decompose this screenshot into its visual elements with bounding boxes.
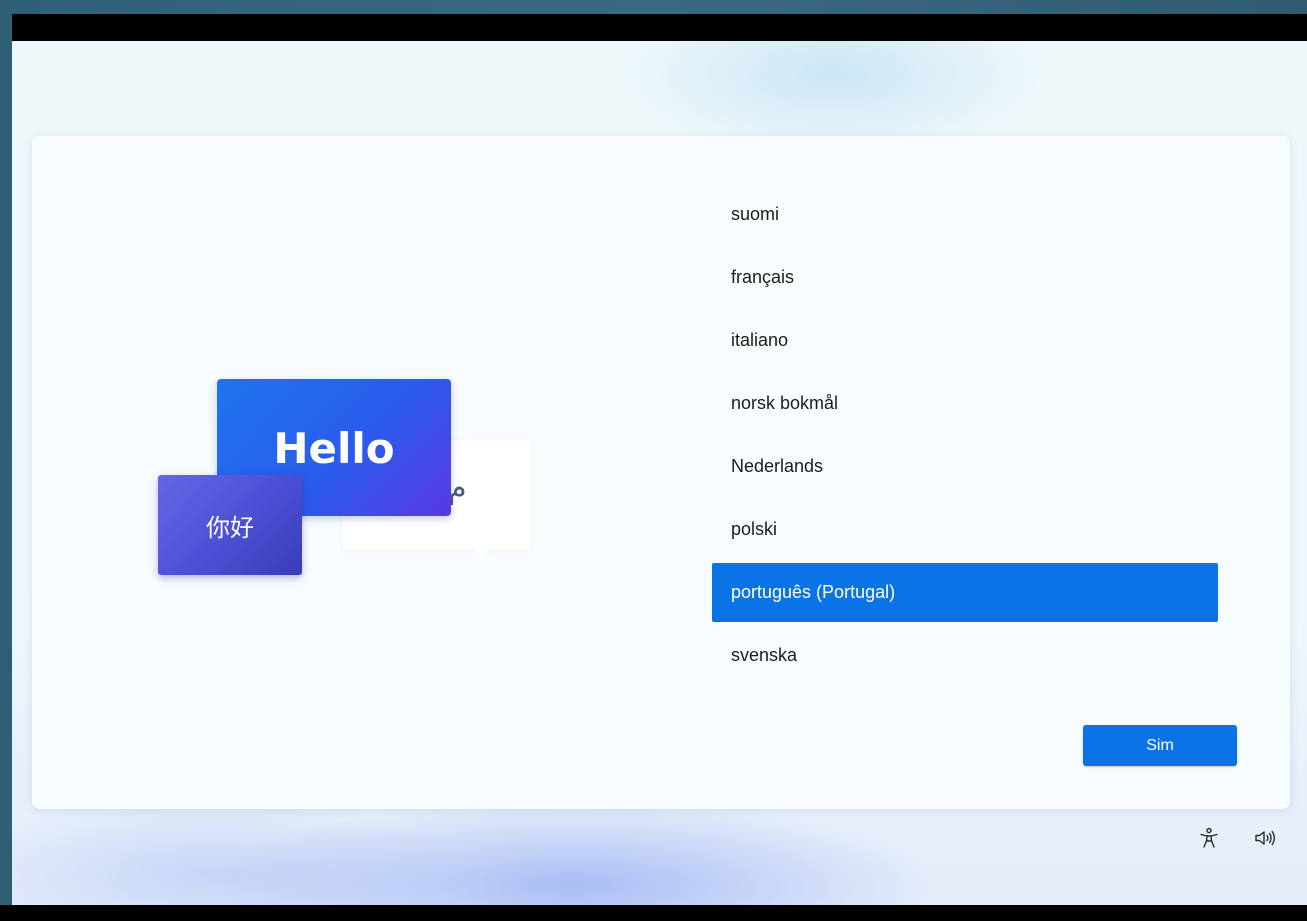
bottom-bar <box>0 905 1307 921</box>
language-item-francais[interactable]: français <box>712 248 1218 307</box>
nihao-speech-bubble: 你好 <box>158 475 302 575</box>
top-bar <box>12 14 1307 41</box>
language-item-italiano[interactable]: italiano <box>712 311 1218 370</box>
language-item-nederlands[interactable]: Nederlands <box>712 437 1218 496</box>
nihao-text: 你好 <box>206 513 254 542</box>
language-item-norsk-bokmal[interactable]: norsk bokmål <box>712 374 1218 433</box>
language-item-svenska[interactable]: svenska <box>712 626 1218 685</box>
volume-icon[interactable] <box>1253 826 1279 850</box>
language-list[interactable]: suomi français italiano norsk bokmål Ned… <box>712 185 1218 689</box>
speech-bubble-tail <box>474 548 490 560</box>
accessibility-icon[interactable] <box>1197 826 1221 850</box>
next-button[interactable]: Sim <box>1083 725 1237 766</box>
language-item-polski[interactable]: polski <box>712 500 1218 559</box>
hello-text: Hello <box>273 424 395 473</box>
monitor-bezel-top <box>0 0 1307 14</box>
language-item-suomi[interactable]: suomi <box>712 185 1218 244</box>
language-item-portugues-portugal[interactable]: português (Portugal) <box>712 563 1218 622</box>
